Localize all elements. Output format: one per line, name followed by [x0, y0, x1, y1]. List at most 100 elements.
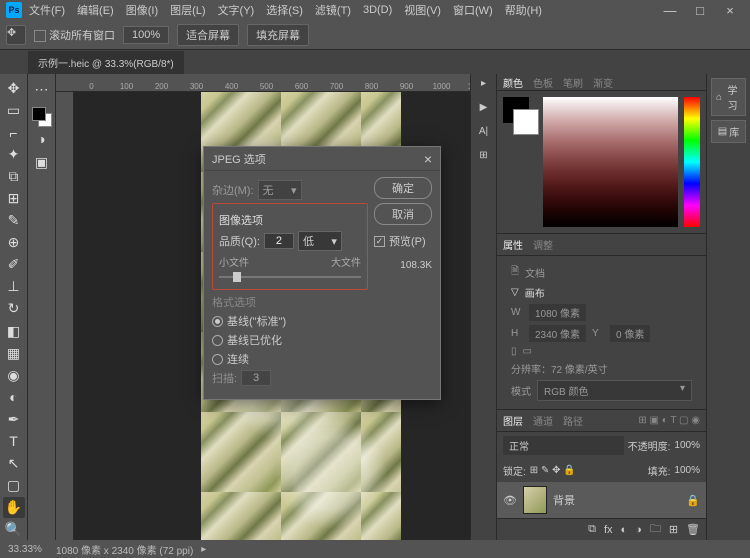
home-icon: ⌂ [716, 92, 722, 103]
mask-icon[interactable]: ◐ [621, 524, 628, 536]
menu-3d[interactable]: 3D(D) [358, 2, 397, 18]
fill-screen-button[interactable]: 填充屏幕 [247, 24, 309, 46]
healing-tool[interactable]: ⊕ [3, 232, 25, 253]
window-maximize[interactable]: □ [686, 3, 714, 18]
mode-dropdown[interactable]: RGB 颜色▾ [537, 380, 692, 401]
learn-button[interactable]: ⌂学习 [711, 78, 746, 116]
menu-image[interactable]: 图像(I) [121, 0, 163, 20]
layer-filter-icons[interactable]: ⊞ ▣ ◐ T ▢ ◉ [638, 415, 700, 426]
brush-tool[interactable]: ✐ [3, 254, 25, 275]
blend-mode-dropdown[interactable]: 正常 [503, 436, 624, 455]
dock-play-icon[interactable]: ▶ [474, 102, 494, 118]
radio-optimized[interactable]: 基线已优化 [212, 332, 368, 348]
marquee-tool[interactable]: ▭ [3, 100, 25, 121]
crop-tool[interactable]: ⧉ [3, 166, 25, 187]
quality-preset-dropdown[interactable]: 低▾ [298, 231, 342, 251]
opacity-field[interactable]: 100% [674, 440, 700, 451]
y-field[interactable]: 0 像素 [610, 325, 650, 342]
status-zoom[interactable]: 33.33% [8, 544, 48, 555]
move-tool[interactable]: ✥ [3, 78, 25, 99]
edit-toolbar-icon[interactable]: ⋯ [31, 78, 53, 100]
color-field[interactable] [543, 97, 678, 227]
quality-input[interactable] [264, 233, 294, 249]
menu-edit[interactable]: 编辑(E) [72, 0, 119, 20]
hue-slider[interactable] [684, 97, 700, 227]
foreground-color[interactable] [32, 107, 46, 121]
new-layer-icon[interactable]: ⊞ [669, 523, 678, 536]
lasso-tool[interactable]: ⌐ [3, 122, 25, 143]
menu-window[interactable]: 窗口(W) [448, 0, 498, 20]
width-field[interactable]: 1080 像素 [529, 304, 586, 321]
stamp-tool[interactable]: ⊥ [3, 276, 25, 297]
screenmode-icon[interactable]: ▣ [31, 151, 53, 173]
tab-properties[interactable]: 属性 [503, 237, 523, 252]
tab-paths[interactable]: 路径 [563, 413, 583, 428]
menu-type[interactable]: 文字(Y) [213, 0, 260, 20]
orient-portrait-icon[interactable]: ▯ [511, 346, 517, 357]
delete-icon[interactable]: 🗑 [686, 523, 700, 536]
shape-tool[interactable]: ▢ [3, 475, 25, 496]
radio-progressive[interactable]: 连续 [212, 351, 368, 367]
ok-button[interactable]: 确定 [374, 177, 432, 199]
zoom-tool[interactable]: 🔍 [3, 519, 25, 540]
hand-tool[interactable]: ✋ [3, 497, 25, 518]
quality-slider[interactable] [219, 271, 361, 283]
path-tool[interactable]: ↖ [3, 453, 25, 474]
document-tab[interactable]: 示例一.heic @ 33.3%(RGB/8*) [28, 51, 184, 74]
right-dock: ▸ ▶ A| ⊞ [470, 74, 496, 540]
eyedropper-tool[interactable]: ✎ [3, 210, 25, 231]
gradient-tool[interactable]: ▦ [3, 343, 25, 364]
menu-select[interactable]: 选择(S) [261, 0, 308, 20]
radio-baseline[interactable]: 基线("标准") [212, 313, 368, 329]
orient-landscape-icon[interactable]: ▭ [523, 346, 532, 357]
type-tool[interactable]: T [3, 431, 25, 452]
visibility-icon[interactable]: 👁 [503, 494, 517, 507]
tab-layers[interactable]: 图层 [503, 413, 523, 428]
scroll-all-windows-checkbox[interactable]: 滚动所有窗口 [34, 27, 115, 43]
blur-tool[interactable]: ◉ [3, 365, 25, 386]
tab-color[interactable]: 颜色 [503, 75, 523, 90]
fit-screen-button[interactable]: 适合屏幕 [177, 24, 239, 46]
window-close[interactable]: × [716, 3, 744, 18]
dodge-tool[interactable]: ◐ [3, 387, 25, 408]
color-swatches[interactable] [32, 107, 52, 127]
zoom-field[interactable]: 100% [123, 26, 169, 44]
preview-checkbox[interactable]: 预览(P) [374, 233, 432, 249]
adjustment-icon[interactable]: ◑ [635, 524, 642, 536]
tab-channels[interactable]: 通道 [533, 413, 553, 428]
status-chevron-icon[interactable]: ▸ [201, 544, 206, 555]
tab-gradients[interactable]: 渐变 [593, 75, 613, 90]
quickmask-icon[interactable]: ◑ [31, 128, 53, 150]
fx-icon[interactable]: fx [604, 524, 613, 536]
eraser-tool[interactable]: ◧ [3, 321, 25, 342]
dock-para-icon[interactable]: ⊞ [474, 150, 494, 166]
lock-icons[interactable]: ⊞ ✎ ✥ 🔒 [530, 465, 576, 476]
bg-swatch[interactable] [513, 109, 539, 135]
pen-tool[interactable]: ✒ [3, 409, 25, 430]
tab-adjustments[interactable]: 调整 [533, 237, 553, 252]
frame-tool[interactable]: ⊞ [3, 188, 25, 209]
group-icon[interactable]: 🗀 [650, 520, 661, 539]
dock-expand-icon[interactable]: ▸ [474, 78, 494, 94]
menu-help[interactable]: 帮助(H) [500, 0, 547, 20]
magic-wand-tool[interactable]: ✦ [3, 144, 25, 165]
dock-char-icon[interactable]: A| [474, 126, 494, 142]
menu-filter[interactable]: 滤镜(T) [310, 0, 356, 20]
link-layers-icon[interactable]: ⧉ [588, 523, 596, 536]
close-icon[interactable]: × [424, 151, 432, 167]
color-picker[interactable] [503, 97, 700, 227]
fill-field[interactable]: 100% [674, 465, 700, 476]
layer-row-background[interactable]: 👁 背景 🔒 [497, 482, 706, 518]
menu-layer[interactable]: 图层(L) [165, 0, 210, 20]
hand-tool-icon[interactable]: ✥ [6, 25, 26, 45]
cancel-button[interactable]: 取消 [374, 203, 432, 225]
menu-view[interactable]: 视图(V) [399, 0, 446, 20]
history-brush-tool[interactable]: ↻ [3, 298, 25, 319]
window-minimize[interactable]: — [656, 3, 684, 18]
library-button[interactable]: ▤库 [711, 120, 746, 143]
tab-swatches[interactable]: 色板 [533, 75, 553, 90]
menu-file[interactable]: 文件(F) [24, 0, 70, 20]
height-field[interactable]: 2340 像素 [529, 325, 586, 342]
tab-brushes[interactable]: 笔刷 [563, 75, 583, 90]
scans-label: 扫描: [212, 370, 237, 386]
